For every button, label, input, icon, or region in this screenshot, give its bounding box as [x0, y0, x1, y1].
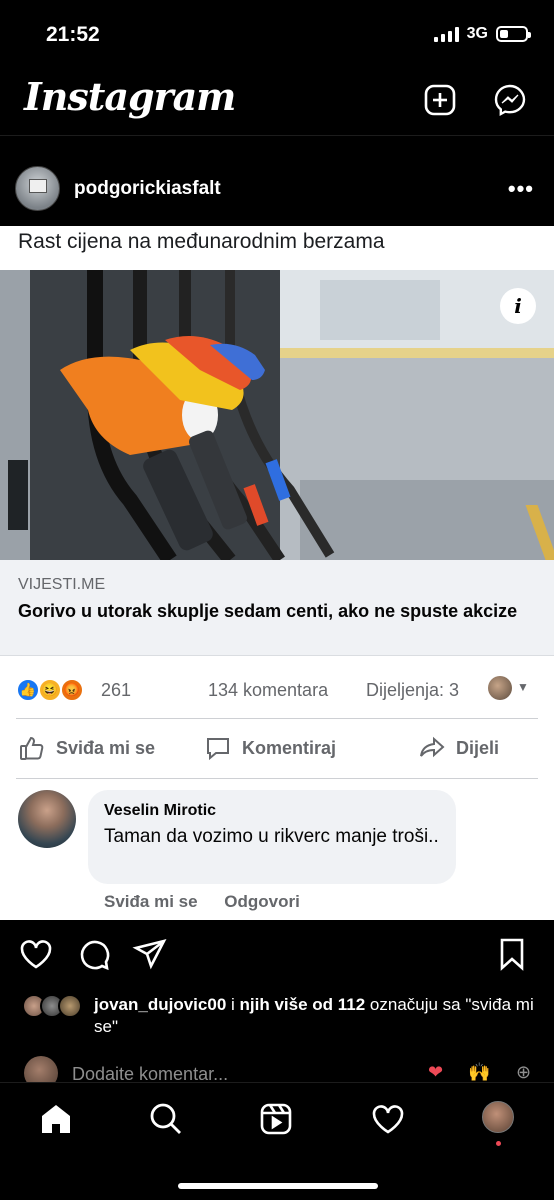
- link-domain: VIJESTI.ME: [18, 576, 106, 593]
- battery-icon: [496, 26, 531, 42]
- shared-facebook-screenshot[interactable]: Rast cijena na međunarodnim berzama i VI…: [0, 226, 554, 920]
- comment-actions: Sviđa mi se Odgovori: [104, 892, 322, 912]
- link-preview[interactable]: VIJESTI.ME Gorivo u utorak skuplje sedam…: [0, 560, 554, 656]
- activity-heart-icon[interactable]: [370, 1101, 406, 1137]
- comment-text: Taman da vozimo u rikverc manje troši..: [104, 826, 439, 847]
- home-icon[interactable]: [38, 1101, 74, 1137]
- fb-action-bar: Sviđa mi se Komentiraj Dijeli: [0, 722, 554, 774]
- comment-bubble: Veselin Mirotic Taman da vozimo u rikver…: [88, 790, 456, 884]
- fuel-pump-photo: i: [0, 270, 554, 560]
- post-header: podgorickiasfalt •••: [0, 160, 554, 222]
- add-comment-row[interactable]: Dodaite komentar... ❤ 🙌 ⊕: [0, 1054, 554, 1090]
- thumbs-up-icon: [20, 736, 44, 760]
- share-icon: [420, 736, 445, 758]
- fb-like-label: Sviđa mi se: [56, 737, 156, 758]
- likes-others[interactable]: njih više od 112: [240, 995, 366, 1014]
- liker-avatars: [22, 994, 88, 1020]
- heart-emoji-icon[interactable]: ❤: [428, 1062, 443, 1083]
- ig-action-bar: [0, 936, 554, 976]
- fuel-nozzles-illustration: [0, 270, 554, 560]
- fb-comment-label: Komentiraj: [242, 737, 337, 758]
- reels-icon[interactable]: [258, 1101, 294, 1137]
- viewer-avatar: [488, 676, 512, 700]
- angry-reaction-icon: 😡: [60, 678, 84, 702]
- like-reaction-icon: 👍: [16, 678, 40, 702]
- haha-reaction-icon: 😆: [38, 678, 62, 702]
- chevron-down-icon[interactable]: ▼: [517, 680, 529, 694]
- comment-like-button[interactable]: Sviđa mi se: [104, 892, 198, 911]
- status-indicators: 3G: [433, 25, 531, 43]
- more-options-icon[interactable]: •••: [508, 176, 534, 202]
- divider: [16, 778, 538, 779]
- commenter-name[interactable]: Veselin Mirotic: [104, 802, 216, 820]
- notification-dot: [496, 1141, 501, 1146]
- instagram-logo[interactable]: Instagram: [24, 74, 236, 119]
- messenger-icon[interactable]: [492, 82, 528, 118]
- likes-summary[interactable]: jovan_dujovic00 i njih više od 112 označ…: [0, 990, 554, 1038]
- add-emoji-icon[interactable]: ⊕: [516, 1062, 531, 1083]
- fb-share-label: Dijeli: [456, 737, 500, 758]
- heart-icon[interactable]: [18, 936, 54, 972]
- fb-share-button[interactable]: Dijeli: [418, 734, 499, 762]
- comment-icon: [207, 738, 229, 761]
- search-icon[interactable]: [148, 1101, 184, 1137]
- likes-text: jovan_dujovic00 i njih više od 112 označ…: [94, 995, 534, 1036]
- share-count[interactable]: Dijeljenja: 3: [366, 680, 459, 701]
- network-type: 3G: [466, 25, 488, 42]
- bottom-navigation: [0, 1082, 554, 1200]
- author-avatar[interactable]: [15, 166, 60, 211]
- signal-icon: [433, 26, 459, 42]
- commenter-avatar[interactable]: [18, 790, 76, 848]
- divider: [16, 718, 538, 719]
- comment-icon[interactable]: [76, 936, 112, 972]
- fb-comment-button[interactable]: Komentiraj: [204, 734, 336, 762]
- link-headline: Gorivo u utorak skuplje sedam centi, ako…: [18, 601, 518, 621]
- fb-like-button[interactable]: Sviđa mi se: [18, 734, 155, 762]
- instagram-header: Instagram: [0, 66, 554, 136]
- bookmark-icon[interactable]: [494, 936, 530, 972]
- status-time: 21:52: [46, 23, 100, 46]
- profile-avatar[interactable]: [482, 1101, 514, 1133]
- raised-hands-emoji-icon[interactable]: 🙌: [468, 1062, 490, 1083]
- reaction-stats: 👍 😆 😡 261 134 komentara Dijeljenja: 3 ▼: [0, 670, 554, 714]
- info-icon[interactable]: i: [500, 288, 536, 324]
- author-username[interactable]: podgorickiasfalt: [74, 178, 221, 200]
- fb-post-caption: Rast cijena na međunarodnim berzama: [18, 230, 385, 253]
- home-indicator: [178, 1183, 378, 1189]
- share-icon[interactable]: [132, 936, 168, 972]
- status-bar: 21:52 3G: [0, 0, 554, 66]
- liker-username[interactable]: jovan_dujovic00: [94, 995, 226, 1014]
- reaction-count[interactable]: 261: [101, 680, 131, 701]
- comment-count[interactable]: 134 komentara: [208, 680, 328, 701]
- fb-comment: Veselin Mirotic Taman da vozimo u rikver…: [0, 788, 554, 920]
- comment-reply-button[interactable]: Odgovori: [224, 892, 300, 911]
- new-post-icon[interactable]: [422, 82, 458, 118]
